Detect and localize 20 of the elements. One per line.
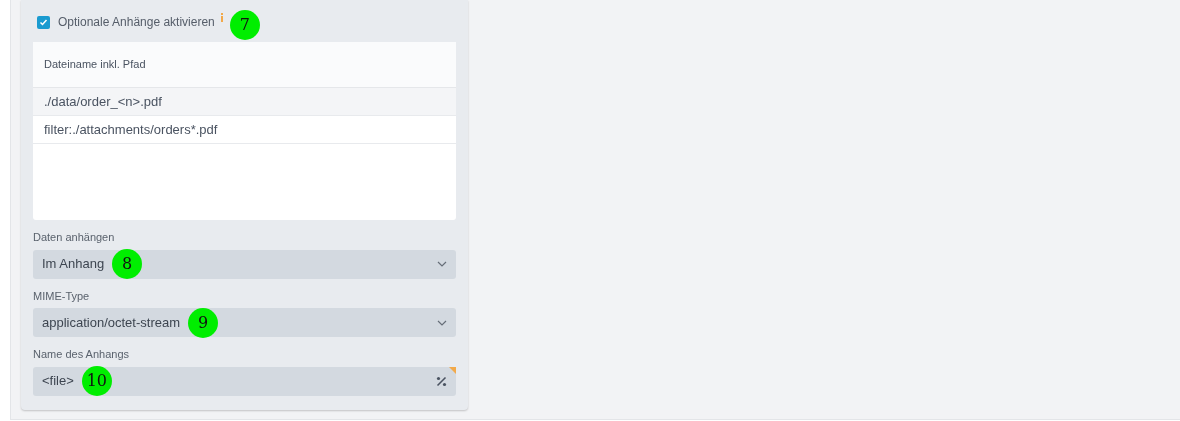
percent-icon	[436, 375, 447, 387]
field-label: MIME-Type	[33, 288, 91, 304]
field-label: Daten anhängen	[33, 230, 116, 245]
field-label: Name des Anhangs	[33, 347, 130, 362]
callout-marker: 8	[112, 249, 143, 279]
table-row[interactable]: filter:./attachments/orders*.pdf	[33, 116, 456, 144]
info-icon	[219, 12, 224, 22]
table-row[interactable]: ./data/order_<n>.pdf	[33, 88, 456, 116]
select-field[interactable]: application/octet-stream 9	[33, 308, 456, 337]
callout-marker: 9	[188, 307, 218, 338]
callout-marker: 7	[229, 10, 260, 40]
chevron-down-icon	[437, 261, 447, 267]
input-field[interactable]: <file> 10	[33, 366, 456, 396]
column-header: Dateiname inkl. Pfad	[33, 42, 456, 88]
chevron-down-icon	[437, 319, 447, 326]
checkbox-label: Optionale Anhänge aktivieren	[58, 14, 215, 31]
callout-marker: 10	[81, 366, 112, 396]
select-field[interactable]: Im Anhang 8	[33, 249, 456, 279]
checkbox[interactable]	[37, 15, 50, 29]
checkmark-icon	[39, 17, 48, 27]
